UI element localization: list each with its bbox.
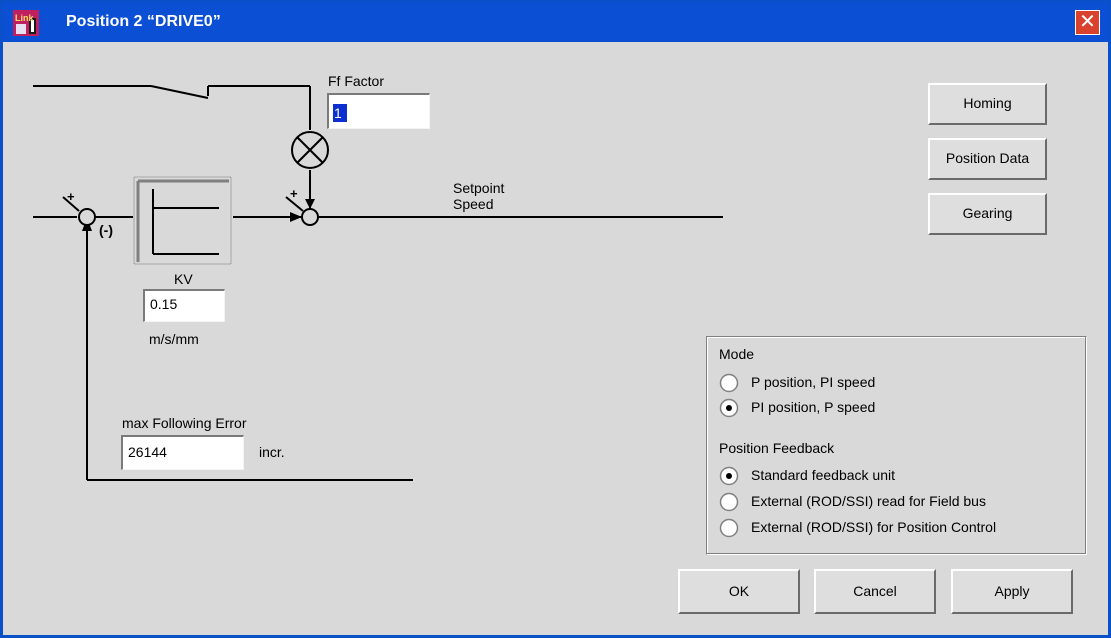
- ff-factor-value: 1: [333, 104, 347, 122]
- feedback-option-label: External (ROD/SSI) read for Field bus: [751, 493, 986, 509]
- setpoint-label: Setpoint: [453, 180, 505, 196]
- cancel-button[interactable]: Cancel: [814, 569, 936, 614]
- max-following-error-input[interactable]: 26144: [121, 435, 244, 470]
- kv-unit-label: m/s/mm: [149, 331, 199, 347]
- kv-input[interactable]: 0.15: [143, 289, 225, 322]
- max-following-error-unit: incr.: [259, 444, 285, 460]
- feedback-option-label: External (ROD/SSI) for Position Control: [751, 519, 997, 535]
- plus-sign-feedforward: +: [290, 186, 298, 201]
- ff-factor-input[interactable]: 1: [327, 93, 430, 129]
- mode-option-label: P position, PI speed: [751, 374, 876, 390]
- radio-unselected-icon[interactable]: [719, 492, 739, 512]
- homing-button[interactable]: Homing: [928, 83, 1047, 125]
- radio-unselected-icon[interactable]: [719, 373, 739, 393]
- apply-button[interactable]: Apply: [951, 569, 1073, 614]
- mode-option-label: PI position, P speed: [751, 399, 876, 415]
- radio-selected-icon[interactable]: [719, 398, 739, 418]
- plus-sign-input: +: [67, 189, 75, 204]
- radio-unselected-icon[interactable]: [719, 518, 739, 538]
- kv-label: KV: [174, 271, 193, 287]
- speed-label: Speed: [453, 196, 494, 212]
- max-following-error-label: max Following Error: [122, 415, 247, 431]
- radio-selected-icon[interactable]: [719, 466, 739, 486]
- position-feedback-label: Position Feedback: [719, 440, 835, 456]
- ff-factor-label: Ff Factor: [328, 73, 385, 89]
- mode-label: Mode: [719, 346, 755, 362]
- minus-sign-feedback: (-): [99, 222, 113, 238]
- feedback-option-label: Standard feedback unit: [751, 467, 895, 483]
- gearing-button[interactable]: Gearing: [928, 193, 1047, 235]
- position-dialog: Link Position 2 “DRIVE0” ✕ + (-) + Ff Fa…: [0, 0, 1111, 638]
- ok-button[interactable]: OK: [678, 569, 800, 614]
- position-data-button[interactable]: Position Data: [928, 138, 1047, 180]
